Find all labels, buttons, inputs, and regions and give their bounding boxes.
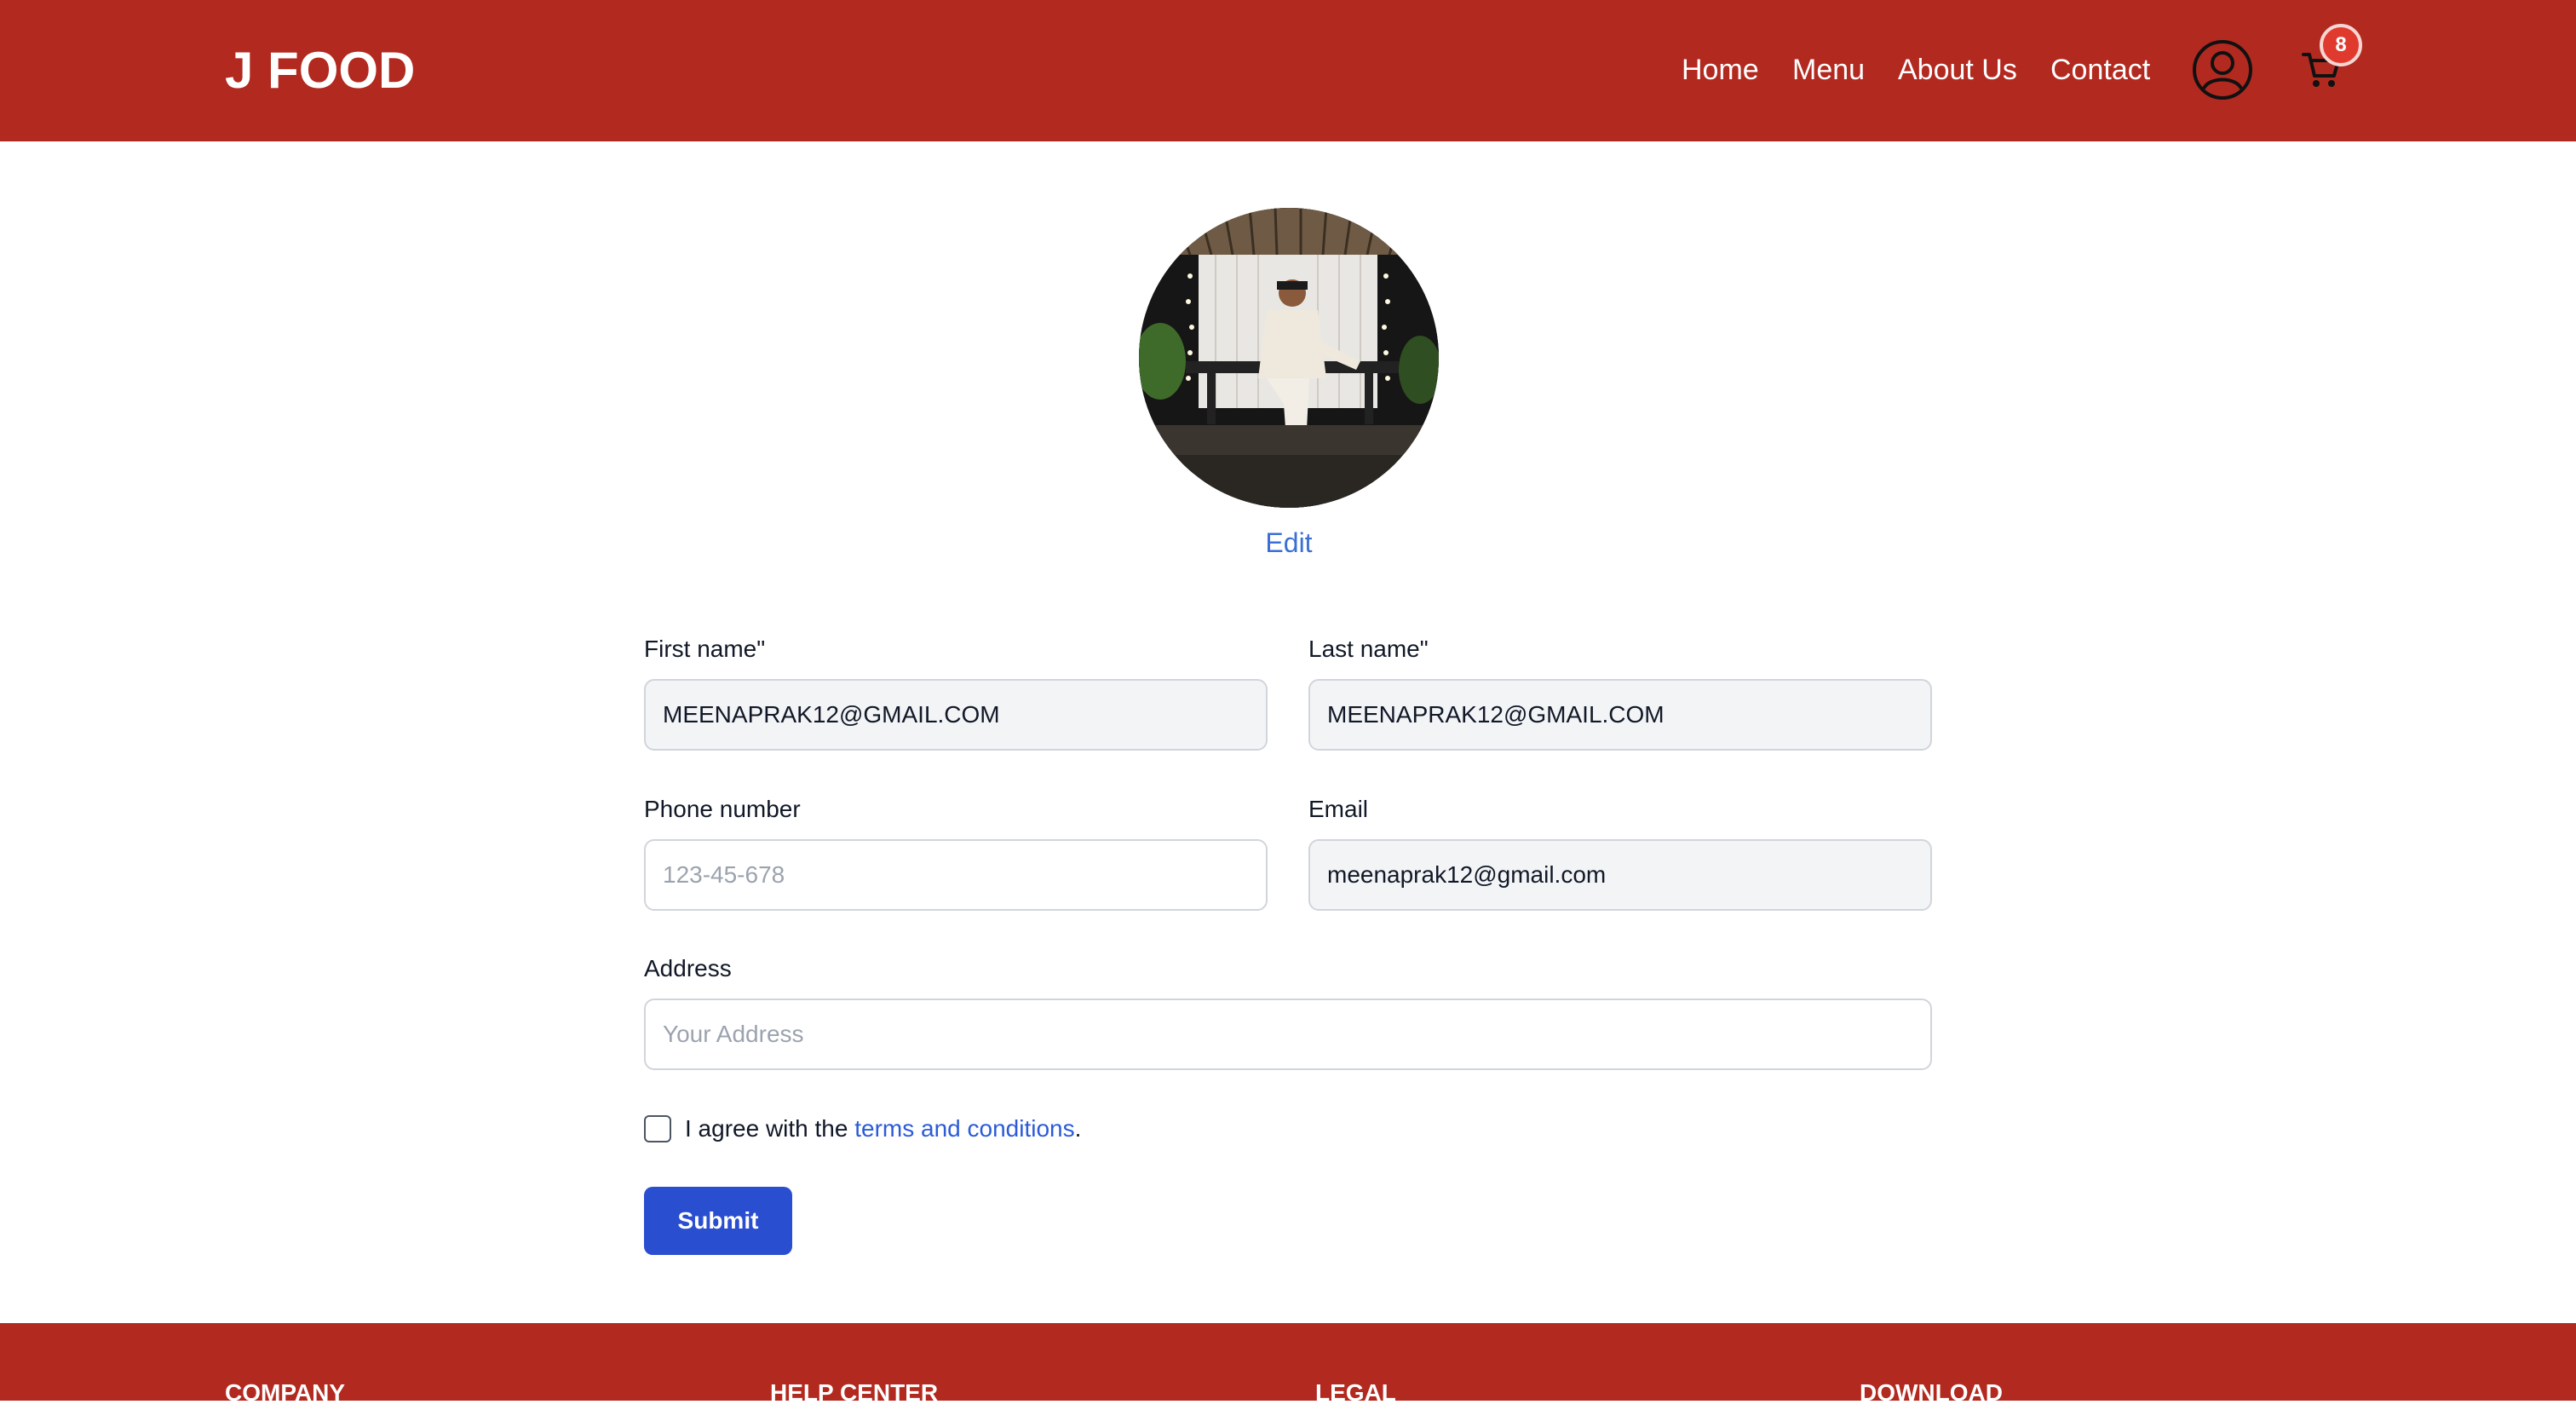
phone-number-label: Phone number <box>644 796 801 822</box>
agree-prefix: I agree with the <box>685 1115 855 1142</box>
phone-number-field[interactable] <box>644 839 1268 911</box>
email-label: Email <box>1308 796 1369 822</box>
footer-heading-help-center: HELP CENTER <box>770 1379 939 1406</box>
cart-count-badge: 8 <box>2320 24 2362 66</box>
footer-heading-company: COMPANY <box>225 1379 346 1406</box>
submit-button[interactable]: Submit <box>644 1187 792 1255</box>
edit-avatar-link[interactable]: Edit <box>1246 521 1331 564</box>
last-name-label: Last name" <box>1308 636 1429 662</box>
email-field[interactable] <box>1308 839 1932 911</box>
brand-logo[interactable]: J FOOD <box>225 37 415 104</box>
user-circle-icon[interactable] <box>2192 39 2253 101</box>
terms-and-conditions-link[interactable]: terms and conditions <box>854 1115 1074 1142</box>
last-name-field[interactable] <box>1308 679 1932 751</box>
address-field[interactable] <box>644 999 1932 1070</box>
address-label: Address <box>644 955 732 981</box>
first-name-field[interactable] <box>644 679 1268 751</box>
nav-home[interactable]: Home <box>1682 44 1759 95</box>
nav-contact[interactable]: Contact <box>2050 44 2150 95</box>
top-navbar: J FOOD Home Menu About Us Contact 8 <box>0 0 2576 141</box>
footer-heading-download: DOWNLOAD <box>1860 1379 2003 1406</box>
agree-terms-checkbox[interactable] <box>644 1115 671 1142</box>
footer: COMPANY HELP CENTER LEGAL DOWNLOAD <box>0 1323 2576 1406</box>
agree-terms-text: I agree with the terms and conditions. <box>685 1111 1081 1147</box>
profile-avatar <box>1139 208 1439 508</box>
footer-heading-legal: LEGAL <box>1315 1379 1396 1406</box>
nav-menu[interactable]: Menu <box>1792 44 1865 95</box>
agree-suffix: . <box>1074 1115 1082 1142</box>
nav-about-us[interactable]: About Us <box>1898 44 2017 95</box>
first-name-label: First name" <box>644 636 766 662</box>
